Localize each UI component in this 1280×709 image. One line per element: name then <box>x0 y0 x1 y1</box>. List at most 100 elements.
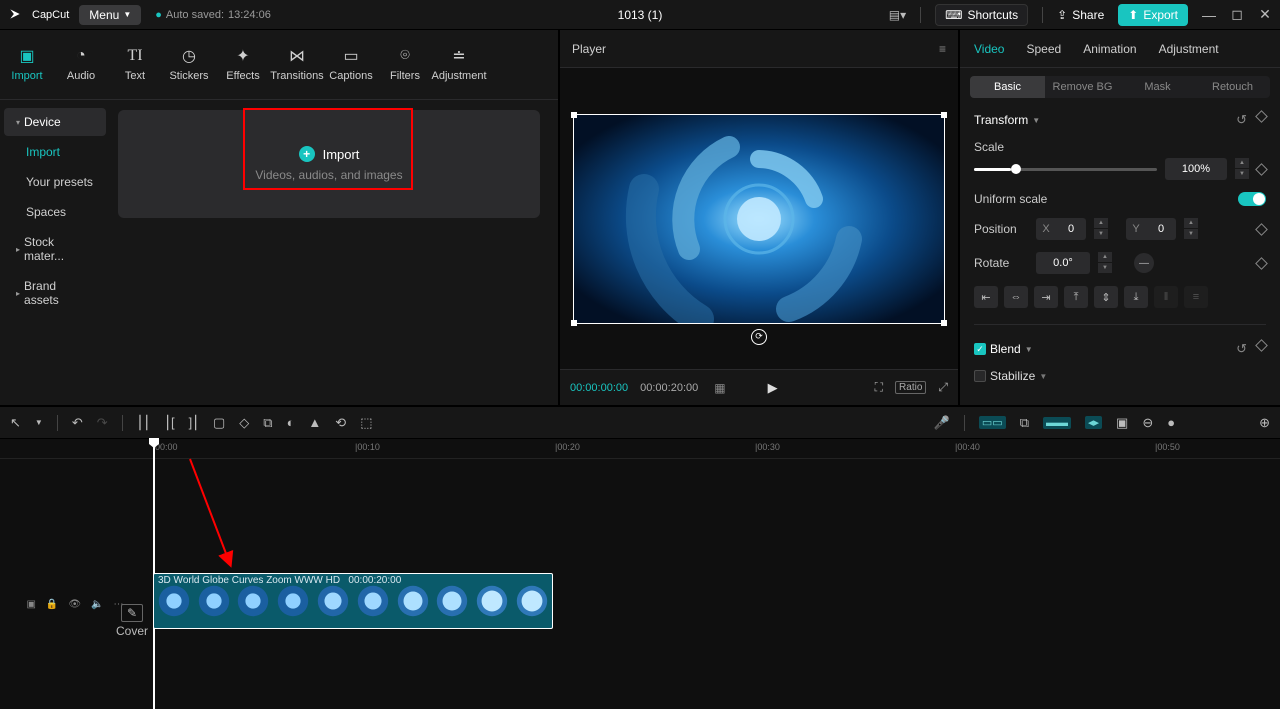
sidebar-item-device[interactable]: ▾Device <box>4 108 106 136</box>
copy-button[interactable]: ⧉ <box>263 415 272 431</box>
align-center-v-button[interactable]: ⇕ <box>1094 286 1118 308</box>
minimize-button[interactable]: — <box>1202 7 1216 23</box>
export-button[interactable]: ⬆ Export <box>1118 4 1188 26</box>
zoom-in-button[interactable]: ⊕ <box>1259 415 1270 431</box>
track-lock-icon[interactable]: 🔒 <box>46 599 58 610</box>
align-bottom-button[interactable]: ⤓ <box>1124 286 1148 308</box>
subtab-retouch[interactable]: Retouch <box>1195 76 1270 98</box>
marker-button[interactable]: ◇ <box>239 415 249 431</box>
split-button[interactable]: ⎮⎮ <box>137 415 151 431</box>
reverse-button[interactable]: ◐ <box>287 415 295 430</box>
tab-import[interactable]: ▣Import <box>0 47 54 82</box>
align-right-button[interactable]: ⇥ <box>1034 286 1058 308</box>
subtab-removebg[interactable]: Remove BG <box>1045 76 1120 98</box>
rp-tab-adjustment[interactable]: Adjustment <box>1159 42 1219 56</box>
fullscreen-icon[interactable]: ⤢ <box>938 380 948 395</box>
player-stage[interactable]: ⟳ <box>560 68 958 369</box>
video-preview[interactable]: ⟳ <box>574 115 944 323</box>
split-right-button[interactable]: ]⎮ <box>189 415 199 431</box>
tab-text[interactable]: TIText <box>108 47 162 82</box>
keyframe-icon[interactable] <box>1255 110 1268 123</box>
align-top-button[interactable]: ⤒ <box>1064 286 1088 308</box>
layout-icon[interactable]: ▤▾ <box>889 8 906 22</box>
rp-tab-speed[interactable]: Speed <box>1026 42 1061 56</box>
undo-button[interactable]: ↶ <box>72 415 83 431</box>
sidebar-item-spaces[interactable]: Spaces <box>4 198 106 226</box>
blend-checkbox[interactable]: ✓ <box>974 343 986 355</box>
cover-button[interactable]: ✎ Cover <box>116 604 148 638</box>
keyframe-icon[interactable] <box>1255 339 1268 352</box>
reset-icon[interactable]: ↺ <box>1236 341 1247 357</box>
align-center-h-button[interactable]: ⇔ <box>1004 286 1028 308</box>
sidebar-item-stock[interactable]: ▸Stock mater... <box>4 228 106 270</box>
distribute-v-button[interactable]: ≡ <box>1184 286 1208 308</box>
keyframe-icon[interactable] <box>1255 163 1268 176</box>
player-menu-icon[interactable]: ≡ <box>939 42 946 56</box>
redo-button[interactable]: ↷ <box>97 415 108 431</box>
thumbnails-icon[interactable]: ▦ <box>714 381 725 395</box>
zoom-slider[interactable]: ● <box>1167 415 1175 430</box>
keyframe-icon[interactable] <box>1255 257 1268 270</box>
shortcuts-button[interactable]: ⌨ Shortcuts <box>935 4 1028 26</box>
track-mute-icon[interactable]: 🔈 <box>91 599 103 610</box>
pos-x-stepper[interactable]: ▲▼ <box>1094 218 1108 240</box>
share-button[interactable]: ⇪ Share <box>1057 8 1104 22</box>
mic-button[interactable]: 🎤 <box>934 415 950 431</box>
timeline-clip[interactable]: 3D World Globe Curves Zoom WWW HD 00:00:… <box>153 573 553 629</box>
ratio-button[interactable]: Ratio <box>895 381 926 394</box>
sidebar-item-presets[interactable]: Your presets <box>4 168 106 196</box>
import-dropzone[interactable]: + Import Videos, audios, and images <box>118 110 540 218</box>
tab-stickers[interactable]: ◷Stickers <box>162 47 216 82</box>
menu-button[interactable]: Menu ▼ <box>79 5 141 25</box>
rotate-button[interactable]: ⟲ <box>335 415 346 431</box>
close-button[interactable]: ✕ <box>1258 6 1272 23</box>
align-left-button[interactable]: ⇤ <box>974 286 998 308</box>
tab-adjustment[interactable]: ≐Adjustment <box>432 47 486 82</box>
timeline-tracks[interactable]: 3D World Globe Curves Zoom WWW HD 00:00:… <box>150 459 1280 709</box>
reset-icon[interactable]: ↺ <box>1236 112 1247 128</box>
delete-button[interactable]: ▢ <box>213 415 225 431</box>
magnet-button[interactable]: ▭▭ <box>979 416 1006 429</box>
section-blend[interactable]: Blend <box>990 342 1021 356</box>
keyframe-icon[interactable] <box>1255 223 1268 236</box>
scale-value[interactable]: 100% <box>1165 158 1227 180</box>
sidebar-item-import[interactable]: Import <box>4 138 106 166</box>
uniform-scale-toggle[interactable] <box>1238 192 1266 206</box>
rp-tab-animation[interactable]: Animation <box>1083 42 1136 56</box>
play-button[interactable]: ▶ <box>768 380 778 396</box>
section-stabilize[interactable]: Stabilize <box>990 369 1035 383</box>
split-left-button[interactable]: ⎮[ <box>164 415 174 431</box>
tab-captions[interactable]: ▭Captions <box>324 47 378 82</box>
toggle1-button[interactable]: ▣ <box>1116 415 1128 431</box>
track-settings-icon[interactable]: ▣ <box>26 599 35 610</box>
tab-transitions[interactable]: ⋈Transitions <box>270 47 324 82</box>
position-x-input[interactable]: X0 <box>1036 218 1086 240</box>
tab-effects[interactable]: ✦Effects <box>216 47 270 82</box>
link-button[interactable]: ⧉ <box>1020 415 1029 431</box>
tab-filters[interactable]: ⌾Filters <box>378 47 432 82</box>
timeline-ruler[interactable]: 00:00 |00:10 |00:20 |00:30 |00:40 |00:50 <box>0 439 1280 459</box>
selection-tool-button[interactable]: ↖ <box>10 415 21 431</box>
crop-icon[interactable]: ⛶ <box>875 380 883 395</box>
rotate-value[interactable]: 0.0° <box>1036 252 1090 274</box>
pos-y-stepper[interactable]: ▲▼ <box>1184 218 1198 240</box>
subtab-mask[interactable]: Mask <box>1120 76 1195 98</box>
tab-audio[interactable]: ◔Audio <box>54 47 108 82</box>
scale-stepper[interactable]: ▲▼ <box>1235 158 1249 180</box>
distribute-h-button[interactable]: ‖ <box>1154 286 1178 308</box>
rotate-stepper[interactable]: ▲▼ <box>1098 252 1112 274</box>
position-y-input[interactable]: Y0 <box>1126 218 1176 240</box>
maximize-button[interactable]: ◻ <box>1230 6 1244 23</box>
crop-button[interactable]: ⬚ <box>360 415 372 431</box>
rp-tab-video[interactable]: Video <box>974 42 1004 56</box>
preview-button[interactable]: ◂▸ <box>1085 416 1102 429</box>
snap-button[interactable]: ▬▬ <box>1043 417 1071 429</box>
mirror-button[interactable]: ▲ <box>308 415 321 430</box>
rotate-handle-icon[interactable]: ⟳ <box>751 329 767 345</box>
zoom-out-button[interactable]: ⊖ <box>1142 415 1153 431</box>
mirror-button[interactable]: — <box>1134 253 1154 273</box>
stabilize-checkbox[interactable] <box>974 370 986 382</box>
scale-slider[interactable] <box>974 168 1157 171</box>
chevron-down-icon[interactable]: ▼ <box>35 418 43 427</box>
track-visibility-icon[interactable]: 👁 <box>68 599 81 610</box>
